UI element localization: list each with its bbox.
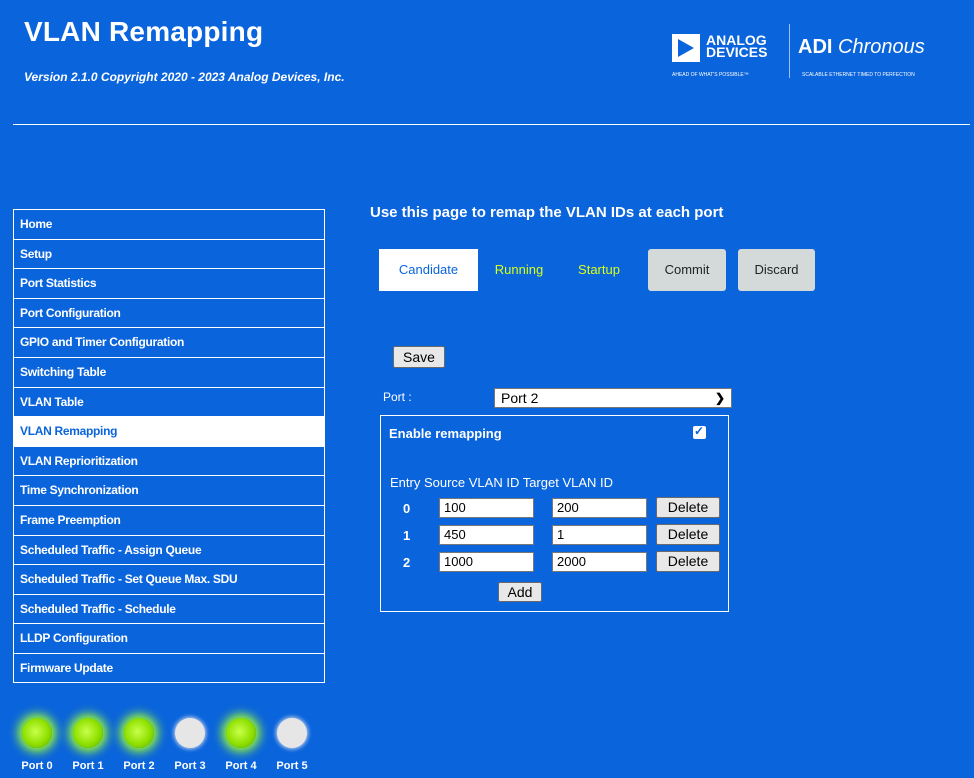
port-indicator: Port 4 [216, 718, 266, 772]
delete-button[interactable]: Delete [656, 524, 720, 545]
source-vlan-input[interactable]: 100 [439, 498, 534, 518]
tab-startup[interactable]: Startup [562, 249, 636, 291]
product-bold: ADI [798, 36, 833, 58]
port-led-icon [73, 718, 103, 748]
port-label: Port 2 [123, 760, 155, 772]
source-vlan-input[interactable]: 1000 [439, 552, 534, 572]
port-indicator: Port 2 [114, 718, 164, 772]
header-divider [13, 124, 970, 125]
sidebar-item-vlan-reprioritization[interactable]: VLAN Reprioritization [13, 445, 325, 476]
sidebar-item-switching-table[interactable]: Switching Table [13, 356, 325, 387]
port-label: Port 4 [225, 760, 257, 772]
port-led-icon [124, 718, 154, 748]
port-select[interactable]: Port 2 ❯ [494, 388, 732, 408]
sidebar-item-lldp-configuration[interactable]: LLDP Configuration [13, 623, 325, 653]
discard-button[interactable]: Discard [738, 249, 815, 291]
port-select-label: Port : [383, 390, 412, 404]
sidebar-item-vlan-remapping[interactable]: VLAN Remapping [13, 416, 325, 446]
logo-tagline: AHEAD OF WHAT'S POSSIBLE™ [672, 72, 749, 78]
target-vlan-input[interactable]: 200 [552, 498, 647, 518]
entry-index: 0 [403, 501, 411, 516]
port-indicator: Port 3 [165, 718, 215, 772]
logo-divider [789, 24, 790, 78]
sidebar-item-frame-preemption[interactable]: Frame Preemption [13, 504, 325, 535]
port-indicator: Port 5 [267, 718, 317, 772]
sidebar-item-time-synchronization[interactable]: Time Synchronization [13, 475, 325, 505]
sidebar-item-port-configuration[interactable]: Port Configuration [13, 297, 325, 328]
sidebar-item-setup[interactable]: Setup [13, 238, 325, 269]
chevron-down-icon: ❯ [714, 391, 725, 405]
enable-remapping-checkbox[interactable] [693, 424, 706, 439]
remapping-panel: Enable remapping Entry Source VLAN ID Ta… [380, 415, 729, 612]
target-vlan-input[interactable]: 1 [552, 525, 647, 545]
port-label: Port 1 [72, 760, 104, 772]
sidebar-item-port-statistics[interactable]: Port Statistics [13, 268, 325, 298]
product-italic: Chronous [838, 36, 925, 58]
analog-devices-logo-icon [672, 34, 700, 62]
sidebar-item-scheduled-traffic-assign-queue[interactable]: Scheduled Traffic - Assign Queue [13, 534, 325, 565]
save-button[interactable]: Save [393, 346, 445, 368]
target-vlan-input[interactable]: 2000 [552, 552, 647, 572]
product-tagline: SCALABLE ETHERNET TIMED TO PERFECTION [802, 72, 915, 78]
version-text: Version 2.1.0 Copyright 2020 - 2023 Anal… [24, 70, 345, 84]
page-heading: Use this page to remap the VLAN IDs at e… [370, 204, 724, 221]
sidebar-item-gpio-and-timer-configuration[interactable]: GPIO and Timer Configuration [13, 327, 325, 357]
port-indicator: Port 0 [12, 718, 62, 772]
sidebar-item-scheduled-traffic-set-queue-max-sdu[interactable]: Scheduled Traffic - Set Queue Max. SDU [13, 564, 325, 594]
port-indicator: Port 1 [63, 718, 113, 772]
port-led-icon [277, 718, 307, 748]
enable-remapping-label: Enable remapping [389, 426, 502, 441]
page-title: VLAN Remapping [24, 16, 264, 47]
sidebar-item-scheduled-traffic-schedule[interactable]: Scheduled Traffic - Schedule [13, 593, 325, 624]
adi-chronous-logo: ADI Chronous [798, 36, 925, 59]
table-header: Entry Source VLAN ID Target VLAN ID [390, 475, 614, 490]
port-led-icon [22, 718, 52, 748]
source-vlan-input[interactable]: 450 [439, 525, 534, 545]
port-select-value: Port 2 [501, 390, 539, 406]
entry-index: 2 [403, 555, 411, 570]
sidebar-item-home[interactable]: Home [13, 209, 325, 239]
sidebar-item-firmware-update[interactable]: Firmware Update [13, 652, 325, 683]
commit-button[interactable]: Commit [648, 249, 726, 291]
entry-index: 1 [403, 528, 411, 543]
tab-running[interactable]: Running [482, 249, 556, 291]
tab-candidate[interactable]: Candidate [379, 249, 478, 291]
sidebar-nav: Home Setup Port Statistics Port Configurati… [13, 209, 325, 683]
logo-line2: DEVICES [706, 44, 768, 60]
port-led-icon [175, 718, 205, 748]
add-button[interactable]: Add [498, 582, 542, 602]
port-led-icon [226, 718, 256, 748]
sidebar-item-vlan-table[interactable]: VLAN Table [13, 386, 325, 417]
port-label: Port 5 [276, 760, 308, 772]
delete-button[interactable]: Delete [656, 551, 720, 572]
port-label: Port 3 [174, 760, 206, 772]
port-label: Port 0 [21, 760, 53, 772]
delete-button[interactable]: Delete [656, 497, 720, 518]
